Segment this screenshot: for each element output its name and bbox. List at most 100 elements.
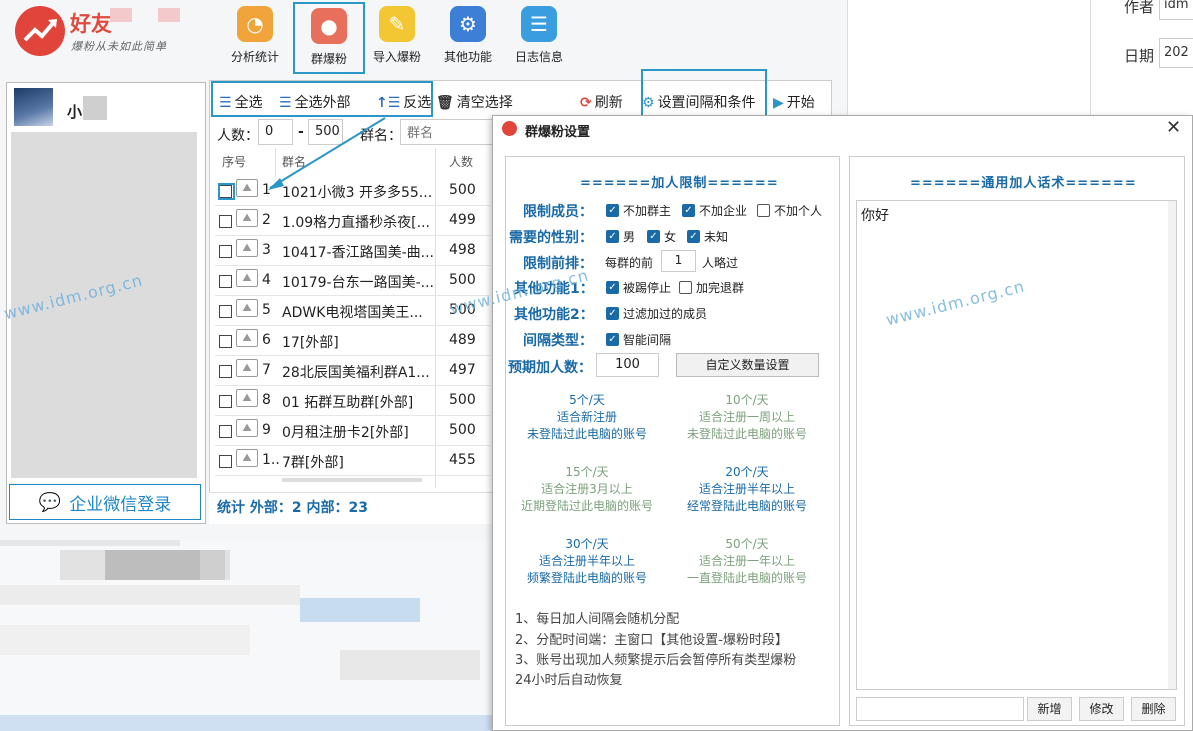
user-icon: ● (311, 8, 347, 44)
row-checkbox[interactable] (219, 425, 232, 438)
author-field[interactable]: idm (1159, 0, 1193, 20)
table-row[interactable]: ⛰ 1.. 7群[外部] 455 (215, 446, 490, 476)
rate-option[interactable]: 5个/天 适合新注册 未登陆过此电脑的账号 (507, 392, 667, 443)
row-index: 6 (262, 332, 271, 348)
expected-label: 预期加人数： (508, 360, 592, 376)
rate-note: 频繁登陆此电脑的账号 (526, 571, 647, 585)
rate-option[interactable]: 15个/天 适合注册3月以上 近期登陆过此电脑的账号 (507, 464, 667, 515)
row-checkbox[interactable] (219, 395, 232, 408)
rate-option[interactable]: 20个/天 适合注册半年以上 经常登陆此电脑的账号 (667, 464, 827, 515)
row-checkbox[interactable] (219, 275, 232, 288)
account-name-blur (83, 96, 107, 120)
wecom-login-button[interactable]: 💬 企业微信登录 (9, 484, 201, 520)
checkbox-label: 不加企业 (699, 204, 748, 218)
table-row[interactable]: ⛰ 8 01 拓群互助群[外部] 500 (215, 386, 490, 416)
chart-icon: ◔ (237, 6, 273, 42)
rate-note: 未登陆过此电脑的账号 (686, 427, 807, 441)
image-icon: ⛰ (236, 329, 258, 347)
male-checkbox[interactable]: ✓ 男 (606, 228, 635, 245)
scrollbar[interactable] (1168, 201, 1176, 689)
stop-on-kick-checkbox[interactable]: ✓ 被踢停止 (606, 279, 671, 296)
tool-label: 群爆粉 (310, 52, 347, 66)
rate-option[interactable]: 30个/天 适合注册半年以上 频繁登陆此电脑的账号 (507, 536, 667, 587)
skip-count-input[interactable]: 1 (661, 250, 696, 272)
group-name-input[interactable] (400, 119, 495, 145)
rate-option[interactable]: 10个/天 适合注册一周以上 未登陆过此电脑的账号 (667, 392, 827, 443)
template-name-input[interactable] (856, 697, 1024, 721)
dialog-title: 群爆粉设置 (525, 125, 591, 140)
select-all-button[interactable]: ☰ 全选 (219, 92, 263, 112)
clear-selection-button[interactable]: 🗑 清空选择 (436, 92, 513, 112)
gear-icon: ⚙ (450, 6, 486, 42)
row-checkbox[interactable] (219, 335, 232, 348)
refresh-icon: ⟳ (580, 95, 592, 111)
rate-value: 10个/天 (725, 393, 769, 407)
template-header: ======通用加人话术====== (910, 176, 1137, 191)
custom-count-button[interactable]: 自定义数量设置 (676, 353, 819, 377)
date-field[interactable]: 202 (1159, 38, 1193, 68)
tool-group-boost-button[interactable]: ● 群爆粉 (293, 2, 365, 74)
female-checkbox[interactable]: ✓ 女 (647, 228, 676, 245)
image-icon: ⛰ (236, 269, 258, 287)
close-icon[interactable]: ✕ (1166, 117, 1181, 138)
select-external-button[interactable]: ☰ 全选外部 (279, 92, 351, 112)
tool-import-button[interactable]: ✎ 导入爆粉 (363, 2, 431, 72)
rate-desc: 适合注册半年以上 (698, 482, 795, 496)
row-count: 500 (449, 182, 476, 198)
skip-prefix: 每群的前 (605, 256, 654, 270)
table-row[interactable]: ⛰ 9 0月租注册卡2[外部] 500 (215, 416, 490, 446)
image-icon: ⛰ (236, 299, 258, 317)
add-button[interactable]: 新增 (1027, 697, 1072, 721)
unknown-checkbox[interactable]: ✓ 未知 (687, 228, 728, 245)
rate-note: 近期登陆过此电脑的账号 (520, 499, 653, 513)
row-group-name: 17[外部] (282, 335, 339, 351)
rate-note: 经常登陆此电脑的账号 (686, 499, 807, 513)
table-row[interactable]: ⛰ 6 17[外部] 489 (215, 326, 490, 356)
row-count: 500 (449, 272, 476, 288)
logo-icon (15, 6, 65, 56)
note-line: 1、每日加人间隔会随机分配 (515, 612, 680, 627)
table-row[interactable]: ⛰ 1 1021小微3 开多多55... 500 (215, 176, 490, 206)
count-max-input[interactable]: 500 (308, 119, 343, 145)
tool-log-button[interactable]: ☰ 日志信息 (505, 2, 573, 72)
table-row[interactable]: ⛰ 3 10417-香江路国美-曲... 498 (215, 236, 490, 266)
smart-interval-checkbox[interactable]: ✓ 智能间隔 (606, 331, 671, 348)
rate-desc: 适合新注册 (556, 410, 617, 424)
image-icon: ⛰ (236, 179, 258, 197)
filter-added-checkbox[interactable]: ✓ 过滤加过的成员 (606, 305, 707, 322)
logo-slogan: 爆粉从未如此简单 (71, 40, 167, 53)
table-row[interactable]: ⛰ 7 28北辰国美福利群A1... 497 (215, 356, 490, 386)
row-checkbox[interactable] (219, 455, 232, 468)
template-textarea[interactable]: 你好 (856, 200, 1177, 690)
login-label: 企业微信登录 (69, 494, 172, 515)
row-checkbox[interactable] (219, 215, 232, 228)
expected-count-input[interactable]: 100 (596, 353, 659, 377)
tool-other-button[interactable]: ⚙ 其他功能 (434, 2, 502, 72)
tool-analytics-button[interactable]: ◔ 分析统计 (221, 2, 289, 72)
row-group-name: 10417-香江路国美-曲... (282, 245, 434, 261)
row-group-name: 1021小微3 开多多55... (282, 185, 433, 201)
other2-label: 其他功能2： (514, 307, 594, 323)
table-row[interactable]: ⛰ 2 1.09格力直播秒杀夜[... 499 (215, 206, 490, 236)
rate-note: 未登陆过此电脑的账号 (526, 427, 647, 441)
count-min-input[interactable]: 0 (258, 119, 293, 145)
rate-note: 一直登陆此电脑的账号 (686, 571, 807, 585)
row-checkbox[interactable] (219, 245, 232, 258)
rate-option[interactable]: 50个/天 适合注册一年以上 一直登陆此电脑的账号 (667, 536, 827, 587)
edit-button[interactable]: 修改 (1079, 697, 1124, 721)
start-button[interactable]: ▶ 开始 (773, 92, 815, 112)
invert-selection-button[interactable]: ↑☰ 反选 (376, 92, 431, 112)
row-group-name: 1.09格力直播秒杀夜[... (282, 215, 430, 231)
pen-icon: ✎ (379, 6, 415, 42)
refresh-button[interactable]: ⟳ 刷新 (580, 92, 623, 112)
quit-after-checkbox[interactable]: 加完退群 (679, 279, 744, 296)
table-row[interactable]: ⛰ 4 10179-台东一路国美-... 500 (215, 266, 490, 296)
no-enterprise-checkbox[interactable]: ✓ 不加企业 (682, 202, 747, 219)
no-owner-checkbox[interactable]: ✓ 不加群主 (606, 202, 671, 219)
row-checkbox[interactable] (219, 365, 232, 378)
no-personal-checkbox[interactable]: 不加个人 (757, 202, 822, 219)
row-checkbox[interactable] (219, 185, 232, 198)
delete-button[interactable]: 删除 (1131, 697, 1176, 721)
sort-icon: ↑☰ (376, 95, 401, 111)
row-checkbox[interactable] (219, 305, 232, 318)
